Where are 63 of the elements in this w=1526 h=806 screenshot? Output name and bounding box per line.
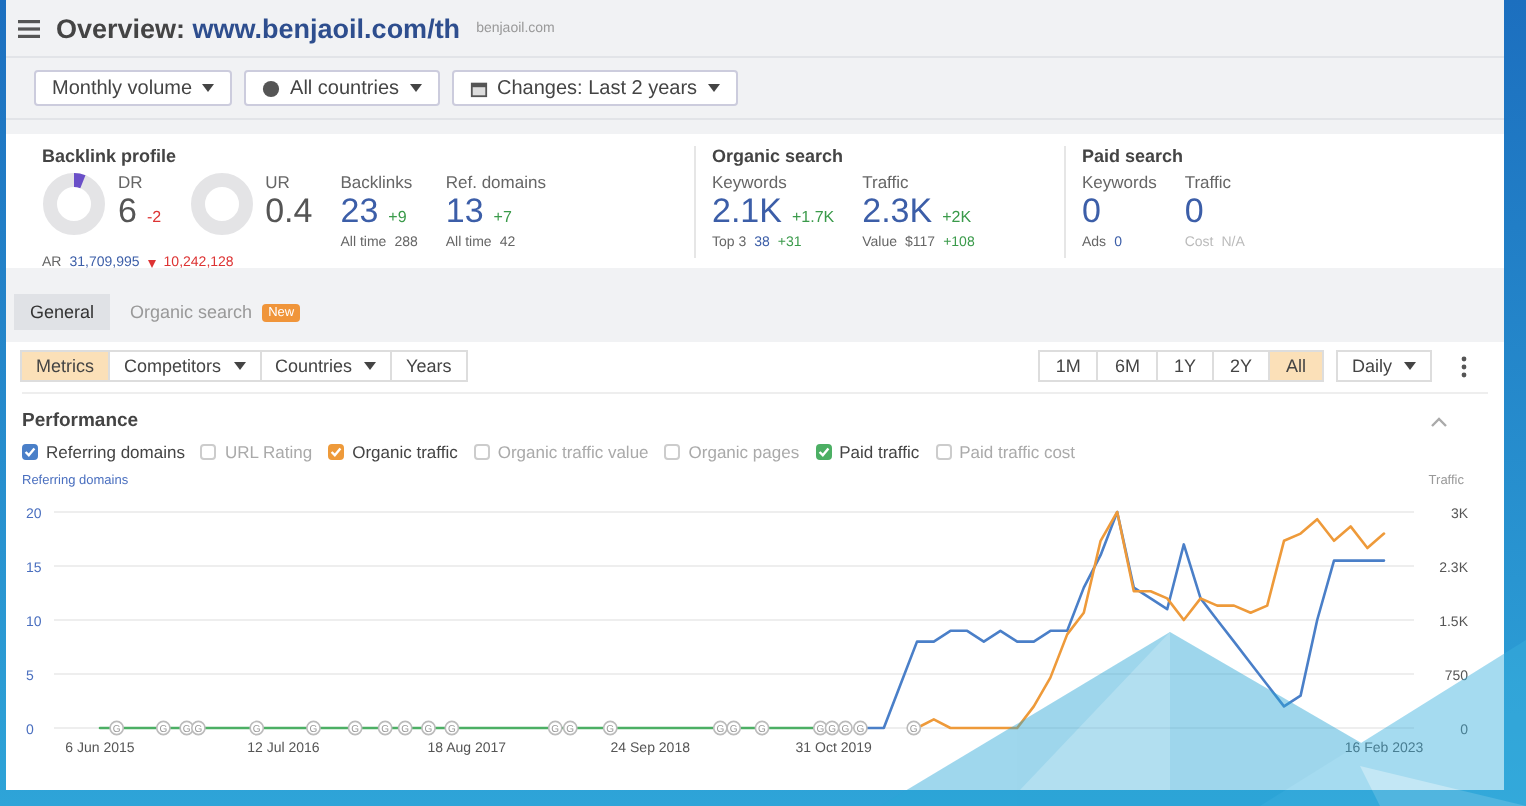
down-triangle-icon xyxy=(147,259,156,267)
gauge-ring xyxy=(189,172,254,236)
metric-label: Traffic xyxy=(862,172,911,192)
metric-label: Keywords xyxy=(712,172,789,192)
filter-dropdown[interactable]: Monthly volume xyxy=(34,70,233,106)
section-title: Performance xyxy=(22,410,139,432)
checkbox[interactable] xyxy=(328,444,345,460)
metric-value: 0 xyxy=(1082,192,1101,232)
range-button[interactable]: 6M xyxy=(1096,350,1158,382)
range-button[interactable]: 2Y xyxy=(1211,350,1270,382)
interval-dropdown[interactable]: Daily xyxy=(1336,350,1432,382)
menu-icon[interactable] xyxy=(18,19,40,37)
view-button[interactable]: Years xyxy=(390,350,468,382)
page-title: Overview: www.benjaoil.com/th xyxy=(56,13,461,43)
metric-change: +1.7K xyxy=(791,208,835,226)
filter-dropdown[interactable]: Changes: Last 2 years xyxy=(451,70,738,106)
view-button[interactable]: Metrics xyxy=(20,350,110,382)
series-toggle[interactable]: Organic traffic xyxy=(328,442,458,462)
metric-label: UR xyxy=(265,172,292,192)
section-title: Backlink profile xyxy=(42,146,179,166)
gauge-ring xyxy=(42,172,106,236)
checkbox[interactable] xyxy=(200,444,217,460)
checkbox[interactable] xyxy=(664,444,681,460)
metric-label: Backlinks xyxy=(340,172,415,192)
range-button[interactable]: 1Y xyxy=(1155,350,1214,382)
section-title: Paid search xyxy=(1082,146,1186,166)
metric-value: 0.4 xyxy=(265,192,313,232)
filter-dropdown[interactable]: All countries xyxy=(244,70,439,106)
checkbox[interactable] xyxy=(935,444,952,460)
metric-change: +2K xyxy=(942,208,972,226)
caret-icon xyxy=(707,84,720,92)
metric-value: 2.3K xyxy=(862,192,933,232)
more-icon[interactable] xyxy=(1460,355,1468,377)
metric-change: +7 xyxy=(493,208,512,226)
metric-value: 0 xyxy=(1184,192,1204,232)
calendar-icon xyxy=(469,79,487,97)
range-button[interactable]: 1M xyxy=(1037,350,1099,382)
metric-label: Traffic xyxy=(1184,172,1233,192)
caret-icon xyxy=(1404,362,1417,370)
range-button[interactable]: All xyxy=(1267,350,1324,382)
checkbox[interactable] xyxy=(473,444,490,460)
view-button[interactable]: Countries xyxy=(259,350,393,382)
series-toggle[interactable]: Paid traffic xyxy=(815,442,920,462)
metric-value: 6 xyxy=(118,192,137,232)
series-toggle[interactable]: Referring domains xyxy=(22,442,185,462)
metric-label: DR xyxy=(118,172,145,192)
checkbox[interactable] xyxy=(22,444,38,460)
collapse-icon[interactable] xyxy=(1430,415,1448,427)
metric-change: +9 xyxy=(388,208,407,226)
caret-icon xyxy=(202,84,215,92)
caret-icon xyxy=(409,84,421,92)
metric-value: 2.1K xyxy=(712,192,782,232)
metric-value: 13 xyxy=(445,192,484,232)
tab[interactable]: General xyxy=(14,294,111,330)
view-button[interactable]: Competitors xyxy=(108,350,262,382)
section-title: Organic search xyxy=(712,146,846,166)
metric-value: 23 xyxy=(340,192,379,232)
checkbox[interactable] xyxy=(815,444,832,460)
caret-icon xyxy=(233,362,246,370)
caret-icon xyxy=(364,362,377,370)
metric-label: Keywords xyxy=(1082,172,1157,192)
metric-change: -2 xyxy=(146,208,162,226)
metric-label: Ref. domains xyxy=(445,172,546,192)
